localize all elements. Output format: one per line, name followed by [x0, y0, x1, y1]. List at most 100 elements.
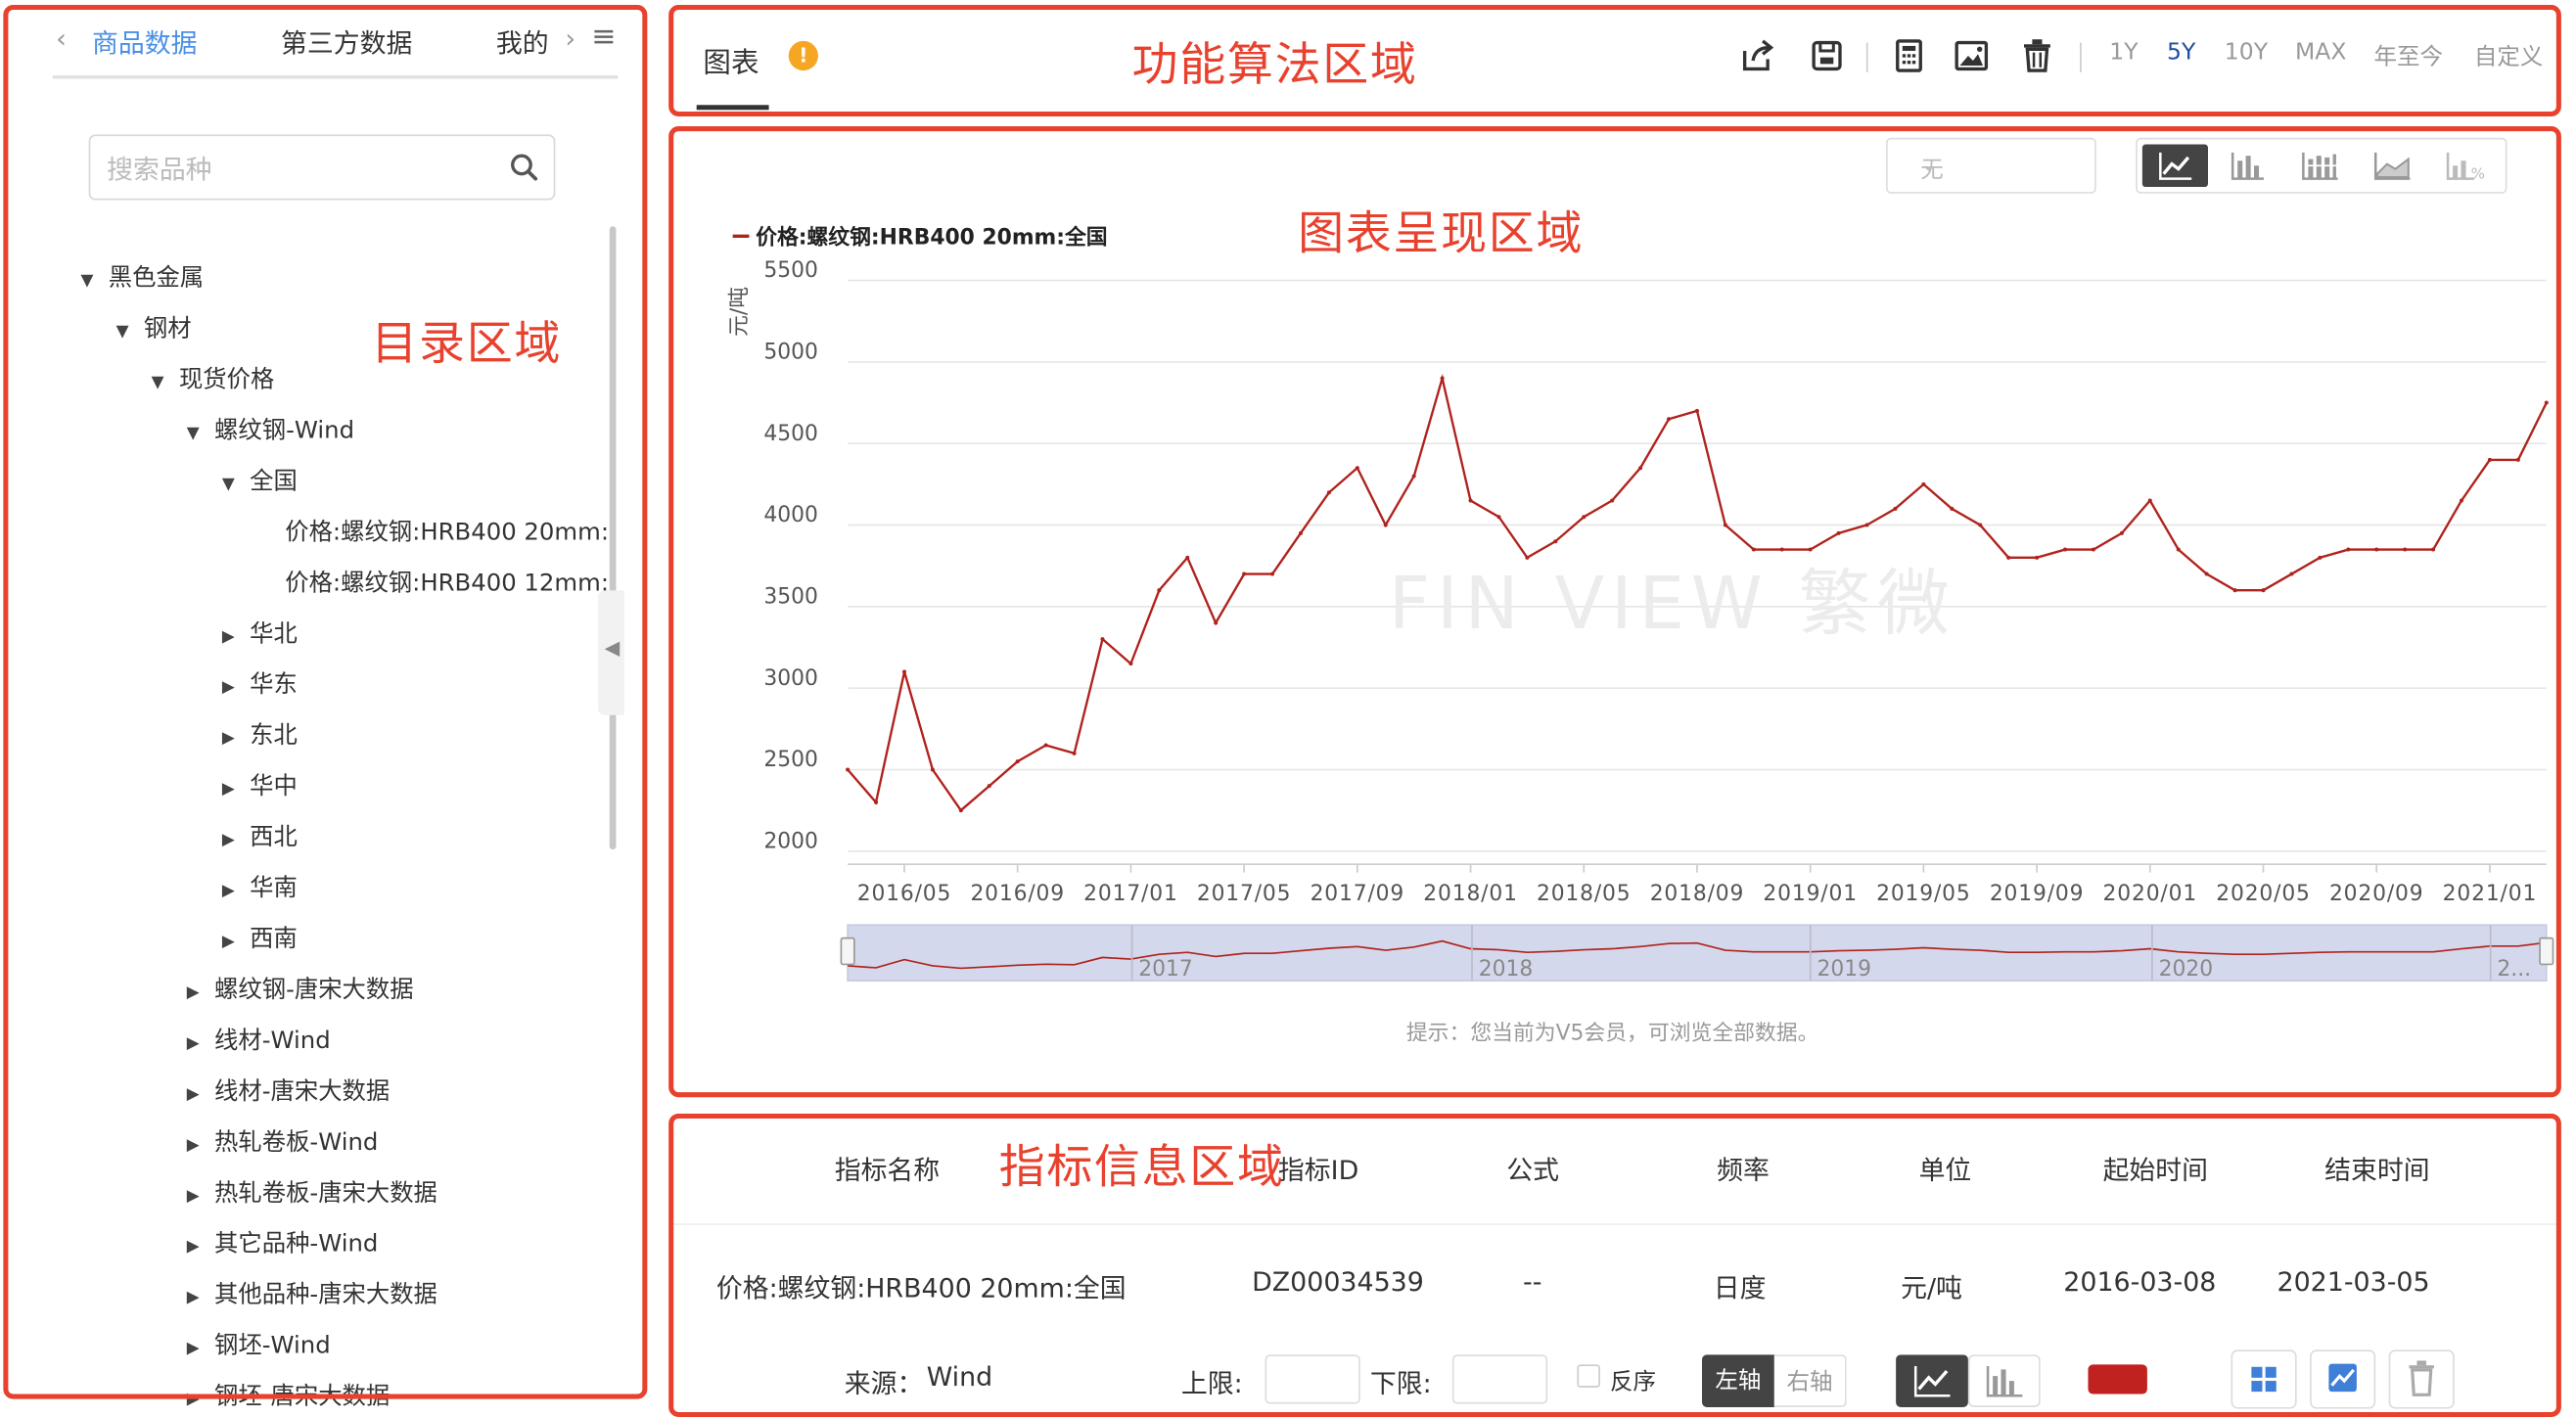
- tree-folder-item[interactable]: ▼ 钢材: [111, 305, 192, 357]
- right-axis-button[interactable]: 右轴: [1773, 1354, 1847, 1407]
- delete-series-button[interactable]: [2388, 1349, 2455, 1409]
- trash-icon[interactable]: [2017, 36, 2056, 75]
- save-icon[interactable]: [1807, 36, 1846, 75]
- search-box: [88, 134, 556, 201]
- catalog-tabs: ‹ 商品数据 第三方数据 我的 › ≡: [33, 0, 641, 79]
- caret-down-icon[interactable]: ▼: [111, 308, 133, 357]
- caret-right-icon[interactable]: ▶: [181, 1274, 205, 1323]
- tree-folder-item[interactable]: ▶ 螺纹钢-唐宋大数据: [181, 966, 414, 1018]
- data-point: [1468, 498, 1473, 503]
- tree-folder-item[interactable]: ▼ 螺纹钢-Wind: [181, 407, 354, 456]
- left-axis-button[interactable]: 左轴: [1701, 1354, 1774, 1407]
- price-line-chart[interactable]: 2000 2500 3000 3500 4000 4500 5000 5500 元/吨 2016/…: [670, 128, 2559, 1096]
- indicator-end-date: 2021-03-05: [2277, 1265, 2430, 1298]
- caret-right-icon[interactable]: ▶: [217, 715, 241, 764]
- warning-icon[interactable]: !: [788, 40, 818, 71]
- data-point: [2487, 457, 2492, 462]
- catalog-tree: ▼ 黑色金属 ▼ 钢材 ▼ 现货价格 ▼ 螺纹钢-Wind ▼ 全国 价格:螺纹钢:HRB400 2…: [0, 246, 608, 1417]
- tree-folder-item[interactable]: ▼ 现货价格: [146, 356, 275, 408]
- caret-right-icon[interactable]: ▶: [181, 1020, 205, 1069]
- tab-commodity-data[interactable]: 商品数据: [92, 22, 197, 61]
- data-point: [2261, 588, 2266, 593]
- caret-down-icon[interactable]: ▼: [146, 359, 169, 408]
- grid-button[interactable]: [2231, 1349, 2297, 1409]
- navigator-label: 2019: [1817, 957, 1871, 982]
- caret-right-icon[interactable]: ▶: [181, 1172, 205, 1221]
- navigator-handle-left[interactable]: [840, 937, 855, 966]
- series-bar-type-icon[interactable]: [1967, 1354, 2041, 1407]
- range-max[interactable]: MAX: [2295, 39, 2346, 66]
- tree-item-label: 钢材: [143, 316, 192, 343]
- range-5y[interactable]: 5Y: [2167, 39, 2195, 66]
- caret-right-icon[interactable]: ▶: [181, 1325, 205, 1374]
- catalog-panel: ‹ 商品数据 第三方数据 我的 › ≡ ▼ 黑色金属 ▼ 钢材 ▼ 现货价格 ▼ 螺纹钢-Wi…: [0, 0, 644, 1417]
- tree-folder-item[interactable]: ▶ 华东: [217, 661, 298, 709]
- series-line-type-icon[interactable]: [1896, 1354, 1968, 1407]
- caret-down-icon[interactable]: ▼: [75, 257, 99, 306]
- tree-folder-item[interactable]: ▶ 东北: [217, 711, 298, 760]
- chart-region-label: 图表呈现区域: [1298, 206, 1585, 261]
- tree-folder-item[interactable]: ▶ 其他品种-唐宋大数据: [181, 1271, 437, 1320]
- tree-scrollbar[interactable]: [609, 226, 617, 850]
- reverse-checkbox[interactable]: [1577, 1364, 1600, 1388]
- y-tick-label: 5500: [763, 258, 818, 283]
- data-point: [1496, 515, 1501, 520]
- tree-leaf-item[interactable]: 价格:螺纹钢:HRB400 12mm:全国: [285, 559, 608, 608]
- tab-third-party-data[interactable]: 第三方数据: [281, 22, 412, 61]
- tabs-next-icon[interactable]: ›: [565, 23, 575, 54]
- range-10y[interactable]: 10Y: [2225, 39, 2268, 66]
- tree-folder-item[interactable]: ▶ 钢坯-Wind: [181, 1322, 331, 1374]
- tree-folder-item[interactable]: ▶ 线材-Wind: [181, 1017, 331, 1069]
- tab-chart[interactable]: 图表: [703, 39, 759, 81]
- caret-right-icon[interactable]: ▶: [181, 1121, 205, 1170]
- data-point: [2176, 547, 2181, 552]
- share-icon[interactable]: [1738, 36, 1777, 75]
- caret-right-icon[interactable]: ▶: [217, 919, 241, 968]
- tree-folder-item[interactable]: ▶ 热轧卷板-唐宋大数据: [181, 1169, 437, 1218]
- tree-folder-item[interactable]: ▶ 华北: [217, 610, 298, 659]
- range-ytd[interactable]: 年至今: [2374, 39, 2444, 72]
- tree-folder-item[interactable]: ▼ 全国: [217, 458, 298, 507]
- tree-folder-item[interactable]: ▶ 热轧卷板-Wind: [181, 1119, 379, 1170]
- image-icon[interactable]: [1952, 36, 1991, 75]
- tree-folder-item[interactable]: ▶ 华中: [217, 762, 298, 811]
- caret-right-icon[interactable]: ▶: [217, 766, 241, 815]
- navigator-handle-right[interactable]: [2539, 937, 2554, 966]
- tab-mine[interactable]: 我的: [496, 22, 549, 61]
- caret-right-icon[interactable]: ▶: [217, 868, 241, 917]
- tree-leaf-item[interactable]: 价格:螺纹钢:HRB400 20mm:全国: [285, 509, 608, 558]
- tree-folder-item[interactable]: ▶ 其它品种-Wind: [181, 1220, 379, 1272]
- caret-right-icon[interactable]: ▶: [181, 1223, 205, 1272]
- tree-folder-item[interactable]: ▶ 西南: [217, 915, 298, 964]
- tree-folder-item[interactable]: ▶ 华南: [217, 864, 298, 913]
- search-icon[interactable]: [508, 151, 541, 184]
- caret-down-icon[interactable]: ▼: [181, 410, 205, 459]
- collapse-panel-handle[interactable]: ◀: [597, 590, 624, 715]
- data-point: [2119, 530, 2124, 535]
- tree-item-label: 钢坯-唐宋大数据: [214, 1384, 391, 1411]
- tree-folder-item[interactable]: ▶ 线材-唐宋大数据: [181, 1068, 390, 1117]
- tree-folder-item[interactable]: ▶ 钢坯-唐宋大数据: [181, 1373, 390, 1417]
- caret-right-icon[interactable]: ▶: [217, 817, 241, 866]
- chart-edit-button[interactable]: [2310, 1349, 2376, 1409]
- caret-right-icon[interactable]: ▶: [181, 1376, 205, 1417]
- calculator-icon[interactable]: [1889, 36, 1928, 75]
- caret-right-icon[interactable]: ▶: [181, 969, 205, 1018]
- lower-limit-label: 下限:: [1369, 1367, 1432, 1399]
- caret-right-icon[interactable]: ▶: [217, 614, 241, 663]
- series-color-swatch[interactable]: [2088, 1364, 2147, 1394]
- tabs-prev-icon[interactable]: ‹: [56, 23, 67, 54]
- tree-folder-item[interactable]: ▼ 黑色金属: [75, 254, 204, 303]
- tree-folder-item[interactable]: ▶ 西北: [217, 813, 298, 862]
- upper-limit-input[interactable]: [1265, 1354, 1360, 1404]
- range-custom[interactable]: 自定义: [2474, 39, 2544, 72]
- caret-down-icon[interactable]: ▼: [217, 461, 241, 510]
- lower-limit-input[interactable]: [1451, 1354, 1548, 1404]
- caret-right-icon[interactable]: ▶: [181, 1071, 205, 1120]
- search-input[interactable]: [103, 146, 505, 193]
- menu-icon[interactable]: ≡: [591, 20, 616, 54]
- caret-right-icon[interactable]: ▶: [217, 664, 241, 713]
- data-point: [1100, 637, 1105, 642]
- tabs-divider: [52, 75, 619, 79]
- range-1y[interactable]: 1Y: [2109, 39, 2138, 66]
